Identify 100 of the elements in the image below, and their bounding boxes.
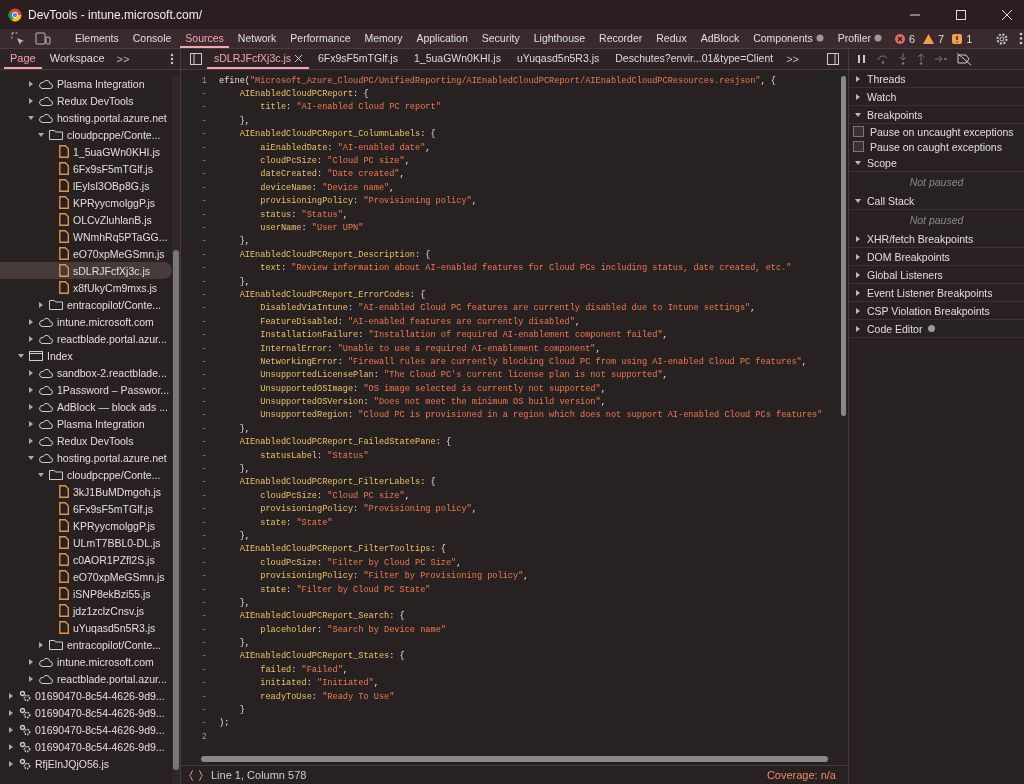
tree-item[interactable]: WNmhRq5PTaGG... [0, 228, 172, 245]
pane-header[interactable]: Scope [867, 156, 897, 169]
collapse-arrow-icon[interactable] [38, 471, 44, 478]
panel-tab[interactable]: Components [748, 29, 829, 48]
checkbox[interactable] [853, 141, 864, 152]
tree-item[interactable]: entracopilot/Conte... [0, 296, 172, 313]
tree-item[interactable]: lEylsI3OBp8G.js [0, 177, 172, 194]
tree-item[interactable]: 6Fx9sF5mTGlf.js [0, 500, 172, 517]
expand-arrow-icon[interactable] [28, 437, 34, 444]
collapse-arrow-icon[interactable] [18, 352, 24, 359]
scrollbar[interactable] [172, 75, 180, 784]
maximize-icon[interactable] [956, 9, 966, 20]
expand-arrow-icon[interactable] [8, 709, 14, 716]
tree-item[interactable]: jdz1zclzCnsv.js [0, 602, 172, 619]
tree-item[interactable]: cloudpcppe/Conte... [0, 466, 172, 483]
tree-item[interactable]: 01690470-8c54-4626-9d9... [0, 687, 172, 704]
panel-tab[interactable]: Redux [651, 29, 692, 48]
tree-item[interactable]: 3kJ1BuMDmgoh.js [0, 483, 172, 500]
panel-tab[interactable]: Security [476, 29, 525, 48]
expand-arrow-icon[interactable] [8, 726, 14, 733]
close-icon[interactable] [1002, 9, 1012, 20]
collapse-arrow-icon[interactable] [855, 197, 861, 204]
expand-arrow-icon[interactable] [28, 80, 34, 87]
tree-item[interactable]: 1_5uaGWn0KHI.js [0, 143, 172, 160]
tree-item[interactable]: reactblade.portal.azur... [0, 330, 172, 347]
expand-arrow-icon[interactable] [855, 75, 861, 82]
tree-item[interactable]: 01690470-8c54-4626-9d9... [0, 704, 172, 721]
expand-arrow-icon[interactable] [38, 301, 44, 308]
expand-arrow-icon[interactable] [28, 658, 34, 665]
coverage-label[interactable]: Coverage: n/a [766, 769, 836, 781]
expand-arrow-icon[interactable] [28, 318, 34, 325]
step-into-icon[interactable] [899, 53, 907, 65]
device-toolbar-icon[interactable] [35, 31, 51, 46]
tree-item[interactable]: x8fUkyCm9mxs.js [0, 279, 172, 296]
file-tab[interactable]: Deschutes?envir...01&type=Client [608, 49, 781, 69]
panel-tab[interactable]: Recorder [594, 29, 648, 48]
tree-item[interactable]: iSNP8ekBzi55.js [0, 585, 172, 602]
tree-item[interactable]: hosting.portal.azure.net [0, 449, 172, 466]
tree-item[interactable]: eO70xpMeGSmn.js [0, 245, 172, 262]
tree-item[interactable]: sandbox-2.reactblade... [0, 364, 172, 381]
issue-icon[interactable] [952, 33, 963, 44]
pretty-print-icon[interactable] [189, 769, 203, 781]
more-tabs-button[interactable]: >> [112, 53, 134, 65]
file-tab[interactable]: 1_5uaGWn0KHI.js [406, 49, 508, 69]
expand-arrow-icon[interactable] [855, 235, 861, 242]
inspect-icon[interactable] [11, 31, 25, 46]
expand-arrow-icon[interactable] [855, 325, 861, 332]
tree-item[interactable]: 1Password – Passwor... [0, 381, 172, 398]
collapse-arrow-icon[interactable] [855, 111, 861, 118]
pane-header[interactable]: Breakpoints [867, 108, 923, 121]
deactivate-breakpoints-icon[interactable] [957, 53, 971, 65]
more-options-icon[interactable] [170, 53, 174, 65]
panel-tab[interactable]: Elements [70, 29, 124, 48]
step-out-icon[interactable] [917, 53, 925, 65]
tree-item[interactable]: ULmT7BBL0-DL.js [0, 534, 172, 551]
step-over-icon[interactable] [877, 54, 889, 64]
expand-arrow-icon[interactable] [855, 289, 861, 296]
tree-item[interactable]: OLCvZluhlanB.js [0, 211, 172, 228]
expand-arrow-icon[interactable] [8, 760, 14, 767]
tree-item[interactable]: KPRyycmolggP.js [0, 517, 172, 534]
panel-tab[interactable]: Console [127, 29, 177, 48]
tree-item[interactable]: AdBlock — block ads ... [0, 398, 172, 415]
expand-arrow-icon[interactable] [855, 307, 861, 314]
panel-tab[interactable]: AdBlock [695, 29, 745, 48]
file-tab[interactable]: 6Fx9sF5mTGlf.js [311, 49, 405, 69]
tree-item[interactable]: intune.microsoft.com [0, 313, 172, 330]
expand-arrow-icon[interactable] [28, 335, 34, 342]
tree-item[interactable]: c0AOR1PZfl2S.js [0, 551, 172, 568]
tree-item[interactable]: Index [0, 347, 172, 364]
expand-arrow-icon[interactable] [855, 271, 861, 278]
pane-header[interactable]: Threads [867, 72, 906, 85]
step-icon[interactable] [935, 55, 947, 63]
close-icon[interactable] [295, 54, 302, 62]
more-tabs-button[interactable]: >> [782, 53, 803, 65]
pane-header[interactable]: DOM Breakpoints [867, 250, 950, 263]
collapse-arrow-icon[interactable] [28, 454, 34, 461]
sidebar-toggle-icon[interactable] [190, 53, 202, 65]
pane-header[interactable]: Code Editor [867, 322, 923, 335]
pane-header[interactable]: Watch [867, 90, 897, 103]
checkbox[interactable] [853, 126, 864, 137]
tree-item[interactable]: 6Fx9sF5mTGlf.js [0, 160, 172, 177]
pane-header[interactable]: CSP Violation Breakpoints [867, 304, 990, 317]
panel-tab[interactable]: Network [232, 29, 282, 48]
tree-item[interactable]: intune.microsoft.com [0, 653, 172, 670]
tree-item[interactable]: 01690470-8c54-4626-9d9... [0, 738, 172, 755]
tree-item[interactable]: uYuqasd5n5R3.js [0, 619, 172, 636]
tree-item[interactable]: sDLRJFcfXj3c.js [0, 262, 172, 279]
tree-item[interactable]: entracopilot/Conte... [0, 636, 172, 653]
pane-header[interactable]: Call Stack [867, 194, 915, 207]
tree-item[interactable]: Plasma Integration [0, 415, 172, 432]
tree-item[interactable]: eO70xpMeGSmn.js [0, 568, 172, 585]
pause-icon[interactable] [857, 54, 867, 64]
tree-item[interactable]: hosting.portal.azure.net [0, 109, 172, 126]
pane-header[interactable]: Global Listeners [867, 268, 943, 281]
expand-arrow-icon[interactable] [28, 675, 34, 682]
tree-item[interactable]: Plasma Integration [0, 75, 172, 92]
collapse-arrow-icon[interactable] [38, 131, 44, 138]
tree-item[interactable]: 01690470-8c54-4626-9d9... [0, 721, 172, 738]
tree-item[interactable]: RfjElnJQjO56.js [0, 755, 172, 772]
expand-arrow-icon[interactable] [28, 386, 34, 393]
